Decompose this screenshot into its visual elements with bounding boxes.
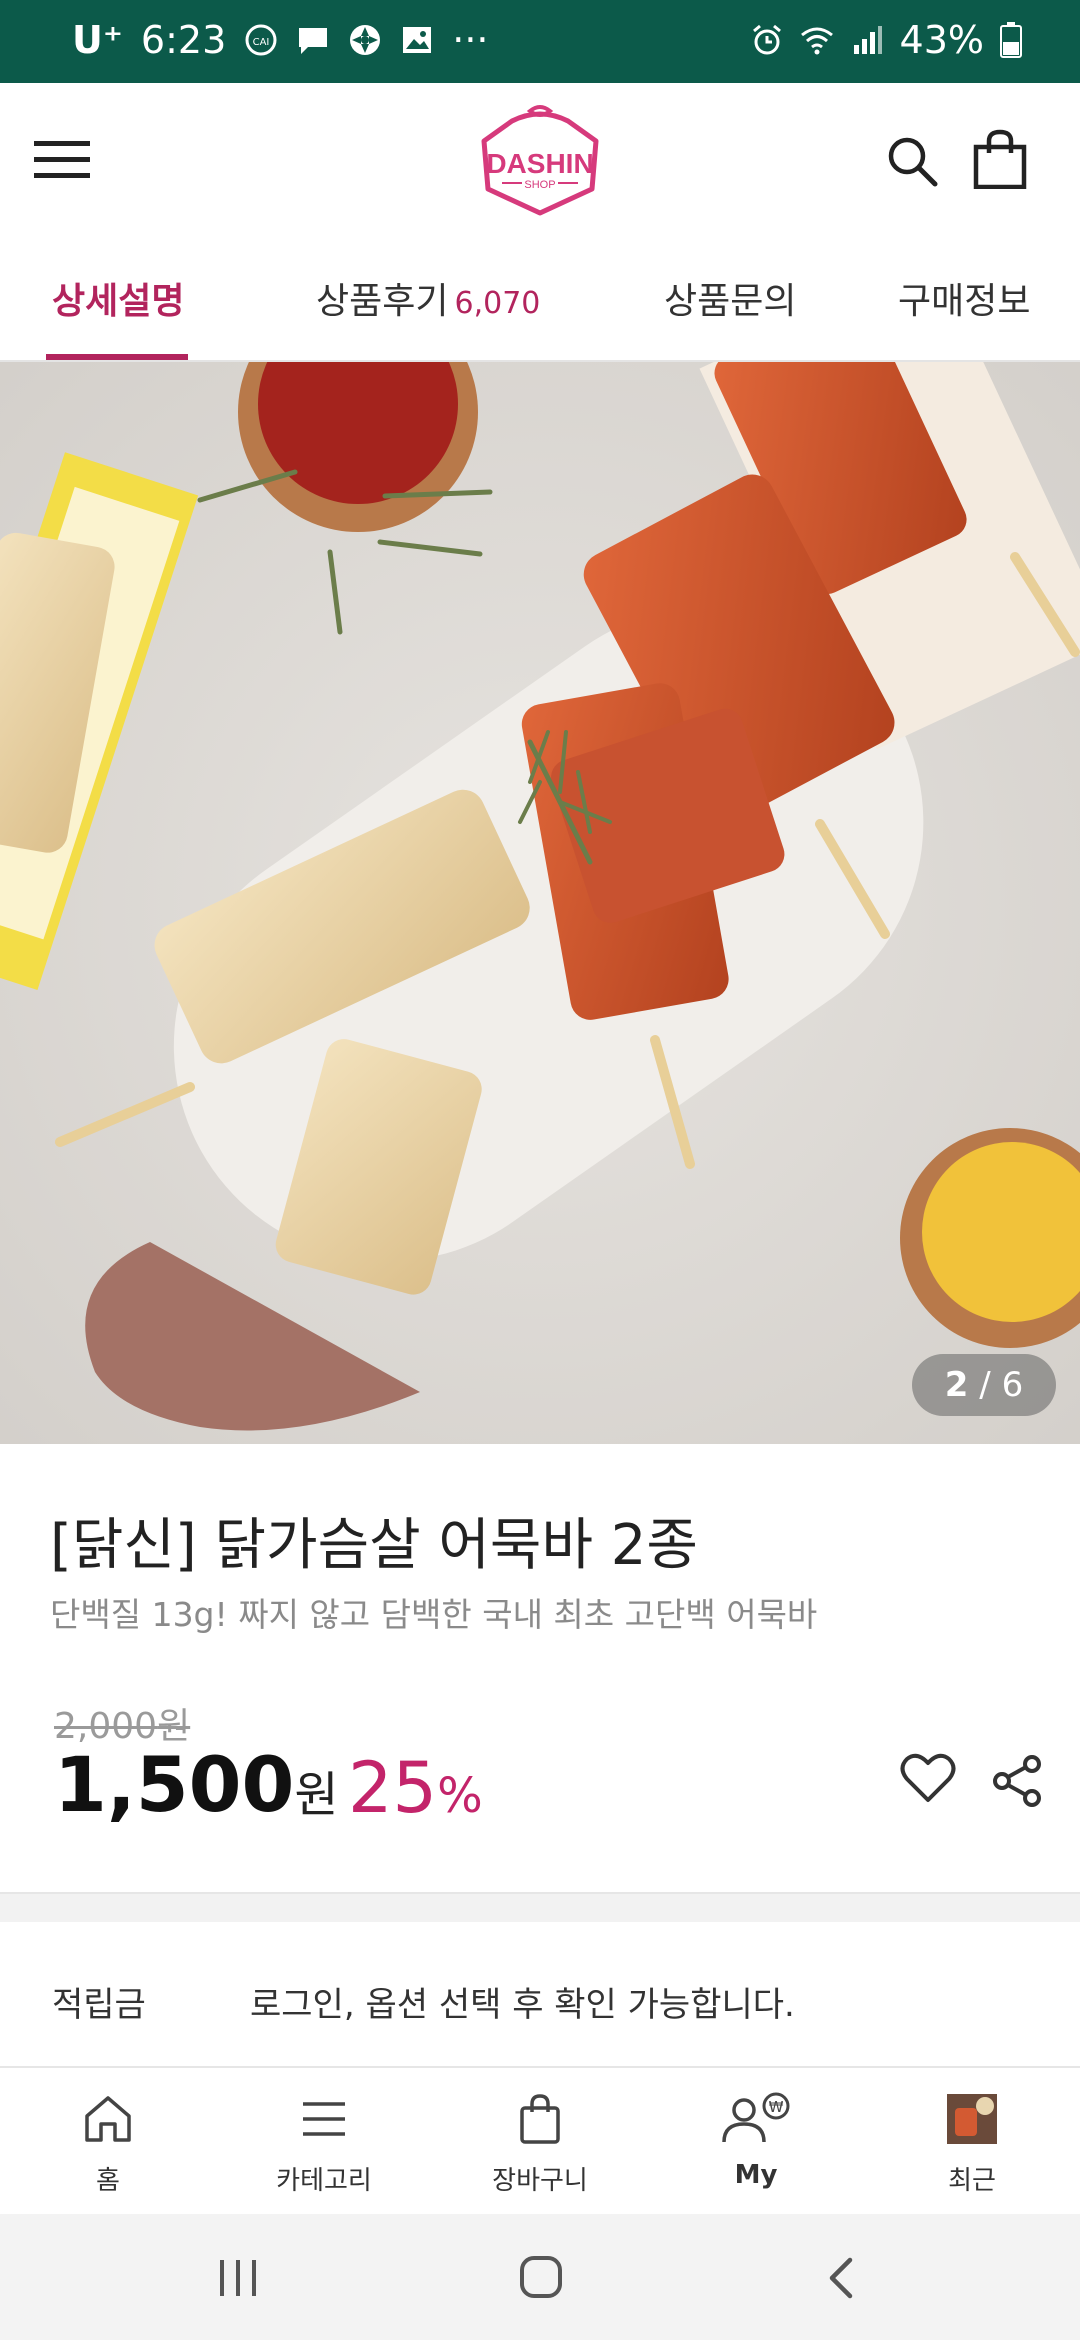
- pager-separator: /: [979, 1365, 991, 1405]
- tab-detail-label: 상세설명: [52, 281, 185, 322]
- nav-recent[interactable]: 최근: [902, 2092, 1042, 2197]
- carrier-label: U⁺: [72, 18, 123, 62]
- recent-thumbnail: [947, 2094, 997, 2144]
- tab-inquiry-label: 상품문의: [664, 281, 797, 322]
- points-label: 적립금: [52, 1985, 146, 2025]
- review-count: 6,070: [454, 286, 541, 321]
- product-subtitle: 단백질 13g! 짜지 않고 담백한 국내 최초 고단백 어묵바: [50, 1595, 818, 1634]
- logo-text: DASHIN: [486, 148, 593, 179]
- shopping-bag-icon[interactable]: [972, 129, 1028, 189]
- home-icon: [85, 2096, 131, 2142]
- product-tabs: 상세설명 상품후기 6,070 상품문의 구매정보: [0, 236, 1080, 362]
- tab-reviews[interactable]: 상품후기 6,070: [316, 272, 540, 324]
- discount-rate: 25%: [348, 1747, 483, 1829]
- section-divider: [0, 1892, 1080, 1922]
- gallery-icon: [403, 27, 432, 53]
- nav-cart-label: 장바구니: [492, 2166, 588, 2196]
- wifi-icon: [800, 27, 833, 55]
- nav-category[interactable]: 카테고리: [254, 2092, 394, 2197]
- signal-icon: [853, 26, 882, 54]
- svg-text:CAI: CAI: [253, 37, 270, 48]
- sale-price-value: 1,500: [54, 1740, 295, 1829]
- more-notifications: ···: [452, 18, 489, 62]
- image-pager: 2 / 6: [912, 1354, 1056, 1416]
- nav-my[interactable]: ₩ My: [686, 2092, 826, 2190]
- nav-category-label: 카테고리: [276, 2166, 372, 2196]
- fan-icon: [350, 25, 381, 55]
- nav-home-label: 홈: [96, 2166, 120, 2196]
- sale-price: 1,500원: [54, 1740, 339, 1829]
- tab-inquiry[interactable]: 상품문의: [664, 272, 796, 324]
- cai-icon: CAI: [245, 24, 277, 56]
- svg-text:₩: ₩: [769, 2098, 784, 2116]
- home-button-icon[interactable]: [518, 2254, 564, 2300]
- sale-price-unit: 원: [294, 1767, 339, 1823]
- nav-my-label: My: [734, 2160, 778, 2190]
- menu-icon: [303, 2102, 345, 2136]
- user-points-icon: ₩: [722, 2092, 790, 2143]
- logo-subtext: SHOP: [524, 179, 555, 191]
- share-icon[interactable]: [992, 1754, 1042, 1808]
- pager-total: 6: [1001, 1365, 1024, 1405]
- tab-purchase-info[interactable]: 구매정보: [898, 272, 1030, 324]
- recent-apps-icon[interactable]: [216, 2258, 260, 2298]
- battery-percent: 43%: [899, 18, 984, 62]
- tab-detail[interactable]: 상세설명: [52, 272, 184, 324]
- status-bar: U⁺ 6:23 CAI ··· 43%: [0, 0, 1080, 83]
- dashin-logo[interactable]: DASHIN SHOP: [472, 101, 608, 221]
- app-header: DASHIN SHOP: [0, 83, 1080, 238]
- nav-recent-label: 최근: [948, 2166, 996, 2196]
- discount-value: 25: [348, 1747, 438, 1829]
- nav-cart[interactable]: 장바구니: [470, 2092, 610, 2197]
- active-tab-indicator: [46, 354, 188, 360]
- product-photo: [0, 362, 1080, 1444]
- product-title: [닭신] 닭가슴살 어묵바 2종: [50, 1513, 698, 1578]
- menu-icon[interactable]: [34, 139, 90, 181]
- system-navigation-bar: [0, 2214, 1080, 2340]
- clock: 6:23: [140, 18, 227, 62]
- alarm-icon: [752, 24, 781, 55]
- pager-current: 2: [944, 1365, 969, 1405]
- nav-home[interactable]: 홈: [38, 2092, 178, 2197]
- product-image-carousel[interactable]: 2 / 6: [0, 362, 1080, 1444]
- battery-icon: [1000, 22, 1022, 58]
- search-icon[interactable]: [886, 135, 938, 187]
- wishlist-heart-icon[interactable]: [900, 1752, 956, 1804]
- tab-purchase-info-label: 구매정보: [898, 281, 1031, 322]
- tab-reviews-label: 상품후기: [316, 281, 449, 322]
- back-icon[interactable]: [826, 2256, 856, 2300]
- discount-unit: %: [437, 1768, 483, 1824]
- message-icon: [299, 28, 328, 54]
- points-value: 로그인, 옵션 선택 후 확인 가능합니다.: [250, 1985, 795, 2025]
- bag-icon: [520, 2094, 560, 2144]
- bottom-navigation: 홈 카테고리 장바구니 ₩ My 최근: [0, 2066, 1080, 2216]
